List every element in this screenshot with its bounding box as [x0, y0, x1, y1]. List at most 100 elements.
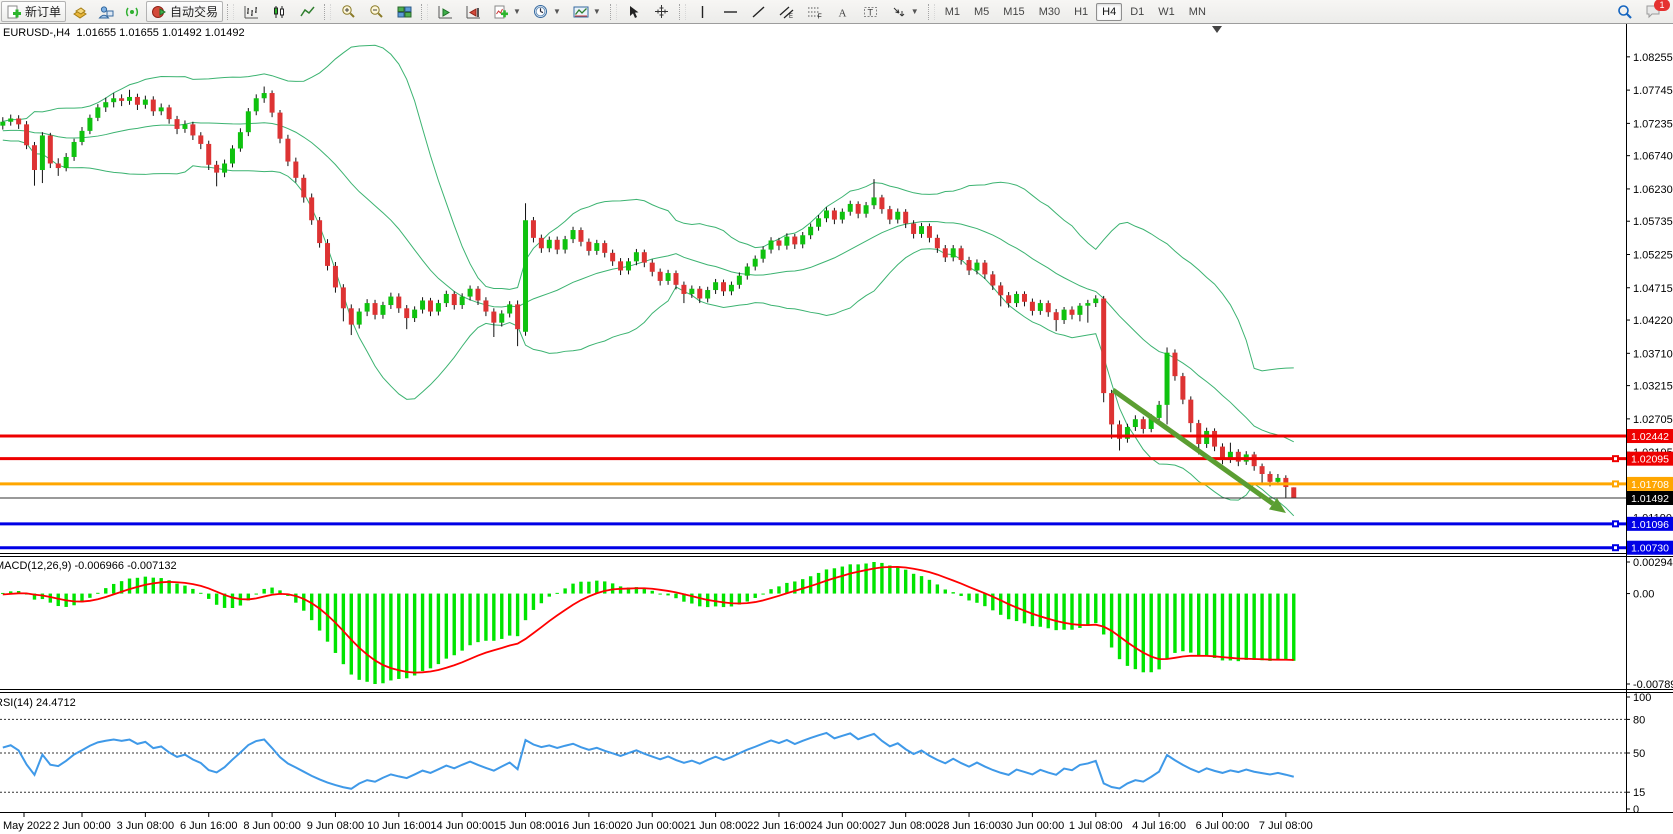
timeframe-group: M1 M5 M15 M30 H1 H4 D1 W1 MN [938, 0, 1213, 23]
candle [927, 226, 932, 238]
timeframe-h4[interactable]: H4 [1096, 3, 1122, 21]
timeframe-m5[interactable]: M5 [968, 3, 995, 21]
candle [80, 131, 85, 142]
candle [967, 260, 972, 270]
svg-text:T: T [868, 7, 874, 17]
candle [713, 282, 718, 290]
candle [1077, 306, 1082, 315]
horizontal-line-objects[interactable] [0, 436, 1626, 551]
indicators-dropdown[interactable]: ▼ [488, 2, 526, 22]
search-button[interactable] [1612, 2, 1638, 22]
auto-scroll-button[interactable] [432, 2, 458, 22]
svg-text:May 2022: May 2022 [3, 820, 51, 832]
candle [40, 135, 45, 170]
timeframe-d1[interactable]: D1 [1124, 3, 1150, 21]
trendline-tool[interactable] [746, 2, 772, 22]
fibonacci-tool[interactable]: F [802, 2, 828, 22]
svg-text:6 Jul 00:00: 6 Jul 00:00 [1196, 820, 1250, 832]
timeframe-m1[interactable]: M1 [939, 3, 966, 21]
main-toolbar: 新订单 自动交易 [0, 0, 1673, 24]
svg-text:9 Jun 08:00: 9 Jun 08:00 [307, 820, 365, 832]
svg-text:1.05225: 1.05225 [1633, 249, 1673, 261]
market-watch-icon[interactable] [72, 4, 88, 20]
timeframe-w1[interactable]: W1 [1152, 3, 1181, 21]
candle [745, 267, 750, 276]
candle [222, 163, 227, 172]
candle [998, 285, 1003, 295]
candle [24, 124, 29, 145]
candle [816, 218, 821, 226]
candle [951, 248, 956, 257]
candle [357, 312, 362, 325]
svg-text:4 Jul 16:00: 4 Jul 16:00 [1132, 820, 1186, 832]
candle [317, 220, 322, 243]
cursor-tool-button[interactable] [621, 2, 647, 22]
community-icon[interactable] [98, 4, 114, 20]
chart-shift-marker[interactable] [1212, 26, 1222, 33]
svg-text:50: 50 [1633, 748, 1645, 760]
trendline-icon [751, 4, 767, 20]
text-tool[interactable]: A [830, 2, 856, 22]
toolbar-separator [324, 4, 331, 20]
candle [341, 287, 346, 308]
candle [784, 237, 789, 246]
text-label-tool[interactable]: T [858, 2, 884, 22]
text-label-icon: T [863, 4, 879, 20]
candle [832, 210, 837, 219]
svg-text:22 Jun 16:00: 22 Jun 16:00 [747, 820, 811, 832]
chart-canvas[interactable]: 1.082551.077451.072351.067401.062301.057… [0, 0, 1673, 834]
candlestick-mode-button[interactable] [266, 2, 292, 22]
svg-text:24 Jun 00:00: 24 Jun 00:00 [811, 820, 875, 832]
candle [990, 274, 995, 285]
horizontal-line-tool[interactable] [718, 2, 744, 22]
candle [262, 93, 267, 98]
candle [539, 238, 544, 248]
svg-text:0.00: 0.00 [1633, 589, 1654, 601]
candle [388, 297, 393, 305]
svg-text:16 Jun 16:00: 16 Jun 16:00 [557, 820, 621, 832]
signals-icon[interactable] [124, 4, 140, 20]
shapes-dropdown[interactable]: ▼ [886, 2, 924, 22]
equidistant-channel-tool[interactable]: E [774, 2, 800, 22]
candle [753, 259, 758, 267]
candle [1093, 299, 1098, 304]
vertical-line-tool[interactable] [690, 2, 716, 22]
candle [301, 178, 306, 198]
templates-dropdown[interactable]: ▼ [568, 2, 606, 22]
svg-text:1.02095: 1.02095 [1631, 454, 1669, 466]
periods-dropdown[interactable]: ▼ [528, 2, 566, 22]
autotrading-button[interactable]: 自动交易 [146, 1, 223, 22]
candle [246, 111, 251, 132]
zoom-in-button[interactable] [335, 2, 361, 22]
svg-text:1.01708: 1.01708 [1631, 479, 1669, 491]
notifications-button[interactable]: 1 [1640, 2, 1666, 22]
zoom-in-icon [340, 4, 356, 20]
chart-shift-button[interactable] [460, 2, 486, 22]
time-axis[interactable]: May 20222 Jun 00:003 Jun 08:006 Jun 16:0… [3, 813, 1313, 832]
rsi-indicator [0, 719, 1626, 792]
candle [697, 289, 702, 299]
svg-text:1.08255: 1.08255 [1633, 52, 1673, 64]
timeframe-m15[interactable]: M15 [997, 3, 1030, 21]
candle [452, 294, 457, 305]
svg-text:80: 80 [1633, 714, 1645, 726]
svg-text:2 Jun 00:00: 2 Jun 00:00 [53, 820, 111, 832]
timeframe-m30[interactable]: M30 [1033, 3, 1066, 21]
candle [127, 97, 132, 101]
tile-windows-button[interactable] [391, 2, 417, 22]
timeframe-mn[interactable]: MN [1183, 3, 1212, 21]
bar-chart-mode-button[interactable] [238, 2, 264, 22]
candle [872, 197, 877, 205]
candle [721, 282, 726, 291]
svg-text:30 Jun 00:00: 30 Jun 00:00 [1001, 820, 1065, 832]
autotrading-label: 自动交易 [170, 3, 218, 20]
line-chart-mode-button[interactable] [294, 2, 320, 22]
timeframe-h1[interactable]: H1 [1068, 3, 1094, 21]
new-order-button[interactable]: 新订单 [1, 1, 66, 22]
crosshair-tool-button[interactable] [649, 2, 675, 22]
zoom-out-button[interactable] [363, 2, 389, 22]
dropdown-caret: ▼ [513, 7, 521, 16]
svg-text:1.03215: 1.03215 [1633, 381, 1673, 393]
candle [143, 100, 148, 105]
trend-arrow-object[interactable] [1113, 390, 1286, 513]
